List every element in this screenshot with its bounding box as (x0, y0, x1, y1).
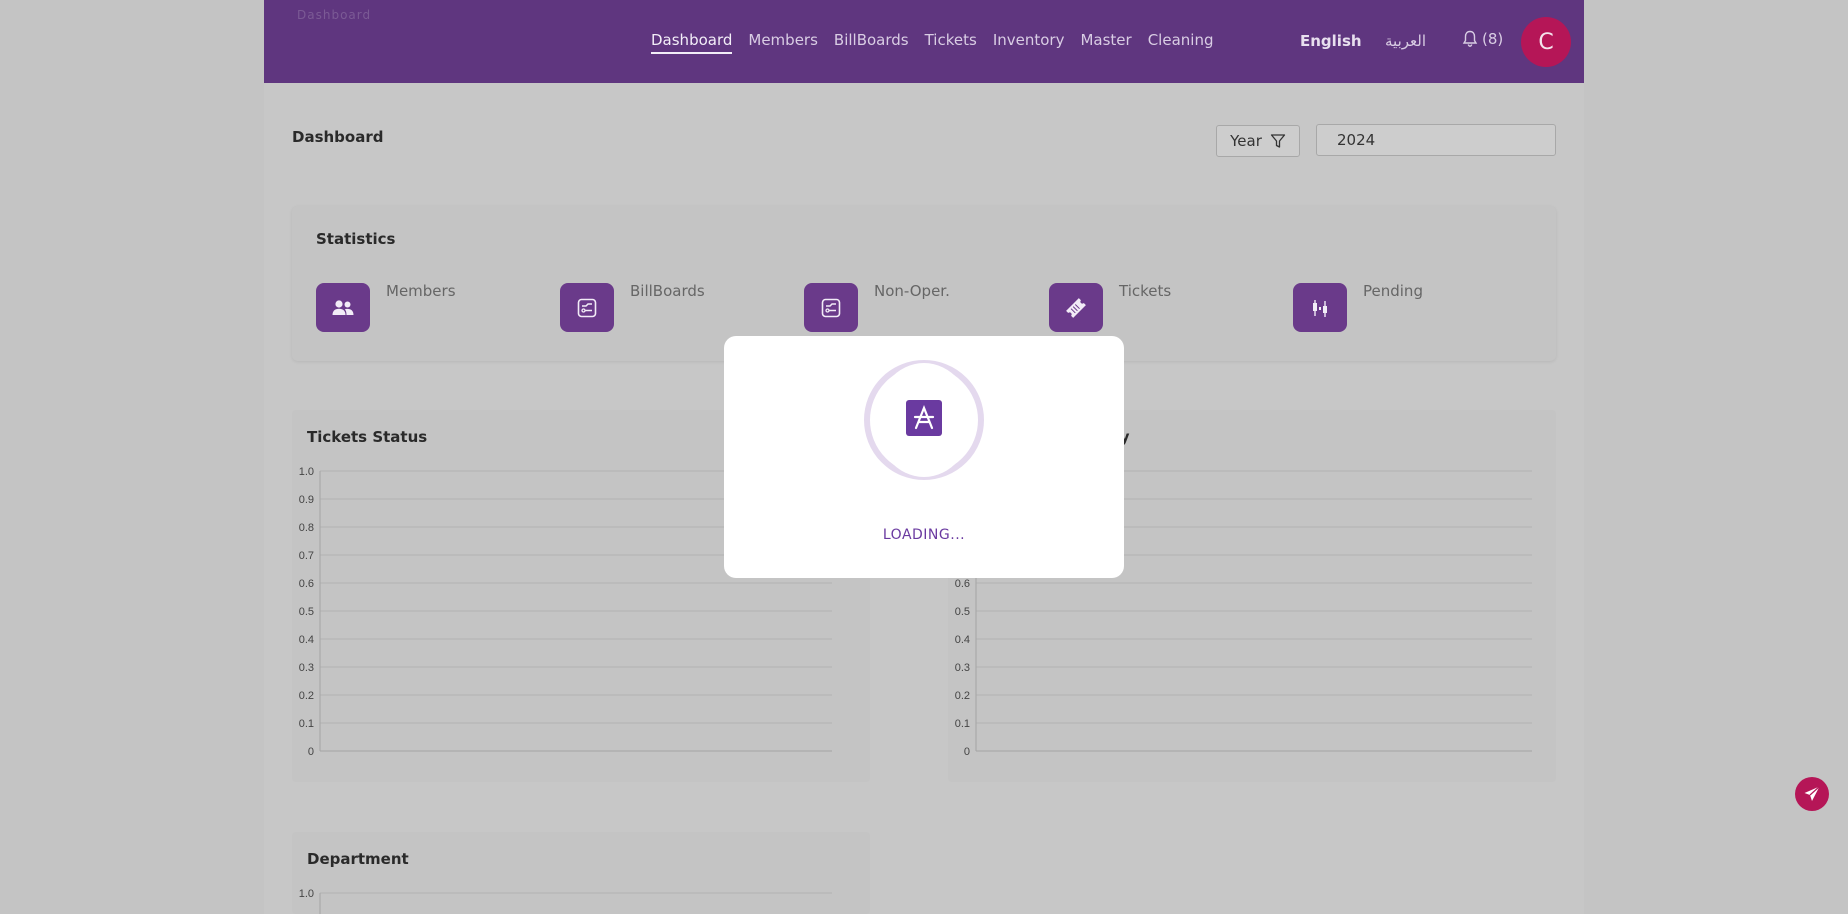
department-chart: Department 1.0 (292, 832, 870, 914)
nav-members[interactable]: Members (748, 31, 818, 54)
loading-text: LOADING... (882, 527, 966, 543)
y-tick-label: 0.1 (955, 718, 970, 730)
y-tick-label: 1.0 (299, 466, 314, 478)
y-tick-label: 0.2 (299, 690, 314, 702)
language-english[interactable]: English (1300, 32, 1362, 50)
y-tick-label: 0.1 (299, 718, 314, 730)
stat-label-members: Members (386, 282, 456, 300)
stat-label-billboards: BillBoards (630, 282, 705, 300)
stat-pending[interactable]: Pending (1293, 282, 1423, 332)
stat-label-non-operational: Non-Oper. (874, 282, 950, 300)
nav-billboards[interactable]: BillBoards (834, 31, 909, 54)
y-tick-label: 0.2 (955, 690, 970, 702)
stat-label-tickets: Tickets (1119, 282, 1172, 300)
y-tick-label: 0 (964, 746, 970, 758)
y-tick-label: 0.5 (299, 606, 314, 618)
nav-tickets[interactable]: Tickets (925, 31, 977, 54)
language-arabic[interactable]: العربية (1385, 32, 1426, 50)
billboard-icon (804, 283, 858, 332)
stat-non-operational[interactable]: Non-Oper. (804, 282, 950, 332)
y-tick-label: 0.5 (955, 606, 970, 618)
y-tick-label: 0.4 (955, 634, 970, 646)
candlestick-icon (1293, 283, 1347, 332)
send-button[interactable] (1795, 777, 1829, 811)
users-icon (316, 283, 370, 332)
notification-count: (8) (1482, 30, 1504, 48)
y-tick-label: 1.0 (299, 888, 314, 900)
stat-tickets[interactable]: Tickets (1049, 282, 1172, 332)
y-tick-label: 0.7 (299, 550, 314, 562)
nav-dashboard[interactable]: Dashboard (651, 31, 733, 54)
nav-inventory[interactable]: Inventory (993, 31, 1065, 54)
bell-icon (1462, 30, 1478, 47)
y-tick-label: 0 (308, 746, 314, 758)
stat-members[interactable]: Members (316, 282, 456, 332)
loading-spinner (864, 360, 984, 480)
notifications-button[interactable]: (8) (1462, 30, 1503, 48)
page-title: Dashboard (292, 128, 384, 146)
logo[interactable]: Dashboard (297, 8, 371, 22)
filter-icon (1270, 134, 1286, 148)
paper-plane-icon (1804, 786, 1820, 801)
user-avatar[interactable]: C (1521, 17, 1571, 67)
loading-modal: LOADING... (724, 336, 1124, 578)
nav-master[interactable]: Master (1080, 31, 1131, 54)
nav-cleaning[interactable]: Cleaning (1148, 31, 1214, 54)
year-filter-button[interactable]: Year (1216, 125, 1300, 157)
year-filter-label: Year (1230, 132, 1262, 150)
main-nav: Dashboard Members BillBoards Tickets Inv… (651, 31, 1229, 54)
y-tick-label: 0.3 (299, 662, 314, 674)
y-tick-label: 0.6 (299, 578, 314, 590)
y-tick-label: 0.3 (955, 662, 970, 674)
department-plot: 1.0 (299, 888, 832, 914)
y-tick-label: 0.9 (299, 494, 314, 506)
statistics-title: Statistics (316, 230, 396, 248)
y-tick-label: 0.4 (299, 634, 314, 646)
stat-label-pending: Pending (1363, 282, 1423, 300)
stat-billboards[interactable]: BillBoards (560, 282, 705, 332)
ticket-icon (1049, 283, 1103, 332)
y-tick-label: 0.8 (299, 522, 314, 534)
year-input[interactable]: 2024 (1316, 124, 1556, 156)
billboard-icon (560, 283, 614, 332)
y-tick-label: 0.6 (955, 578, 970, 590)
top-navbar: Dashboard Dashboard Members BillBoards T… (264, 0, 1584, 83)
